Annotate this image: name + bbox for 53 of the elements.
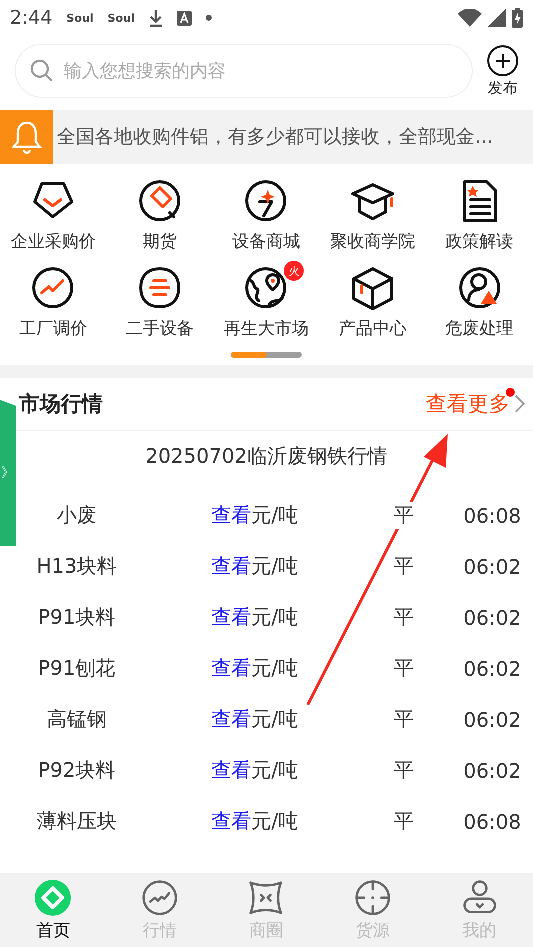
shortcut-item[interactable]: 聚收商学院 (320, 178, 426, 253)
box-icon (350, 265, 396, 311)
view-price-link[interactable]: 查看 (212, 656, 252, 680)
price-unit: 元/吨 (252, 809, 298, 833)
search-icon (30, 59, 54, 83)
market-heading: 20250702临沂废钢铁行情 (144, 443, 388, 470)
signal-icon (488, 9, 506, 27)
publish-button[interactable]: 发布 (487, 44, 519, 98)
notification-label: Soul (108, 12, 135, 24)
spark-icon (243, 178, 290, 224)
download-icon (148, 9, 163, 27)
price-unit: 元/吨 (252, 503, 298, 527)
person-icon (456, 265, 503, 311)
plus-circle-icon (487, 44, 519, 76)
price-unit: 元/吨 (252, 707, 298, 731)
view-price-link[interactable]: 查看 (212, 758, 252, 782)
view-price-link[interactable]: 查看 (212, 554, 252, 578)
shortcut-item[interactable]: 政策解读 (426, 178, 533, 253)
price-change: 平 (392, 502, 416, 529)
nav-tab[interactable]: 首页 (0, 873, 107, 947)
shortcut-item[interactable]: 期货 (106, 178, 214, 253)
chevron-right-icon (515, 395, 525, 413)
shortcut-item[interactable]: 危废处理 (426, 265, 533, 340)
view-price-link[interactable]: 查看 (212, 809, 252, 833)
app-notification-icon (176, 10, 192, 26)
wifi-icon (458, 9, 482, 27)
view-price-link[interactable]: 查看 (212, 707, 252, 731)
search-bar[interactable]: 输入您想搜索的内容 (15, 44, 473, 98)
view-price-link[interactable]: 查看 (212, 605, 252, 629)
user-icon (460, 878, 499, 916)
notice-text: 全国各地收购件铝，有多少都可以接收，全部现金... (56, 125, 494, 150)
target-icon (354, 878, 392, 916)
view-price-link[interactable]: 查看 (212, 503, 252, 527)
shortcut-item[interactable]: 企业采购价 (0, 178, 107, 253)
shortcut-item[interactable]: 工厂调价 (0, 265, 107, 340)
shortcut-item[interactable]: 设备商城 (213, 178, 320, 253)
shortcut-item[interactable]: 二手设备 (106, 265, 214, 340)
hot-badge: 火 (284, 261, 304, 281)
price-unit: 元/吨 (252, 554, 298, 578)
chart-icon (140, 878, 179, 916)
trend-icon (30, 265, 76, 311)
bell-icon (12, 120, 42, 154)
dot-icon (206, 15, 212, 21)
lines-icon (136, 265, 183, 311)
price-unit: 元/吨 (252, 605, 298, 629)
notification-label: Soul (66, 12, 94, 24)
shortcut-item[interactable]: 产品中心 (320, 265, 426, 340)
price-unit: 元/吨 (252, 656, 298, 680)
battery-icon (512, 8, 523, 28)
section-title: 市场行情 (19, 391, 103, 418)
status-time: 2:44 (10, 7, 53, 29)
globe-icon (243, 265, 290, 311)
price-unit: 元/吨 (252, 758, 298, 782)
